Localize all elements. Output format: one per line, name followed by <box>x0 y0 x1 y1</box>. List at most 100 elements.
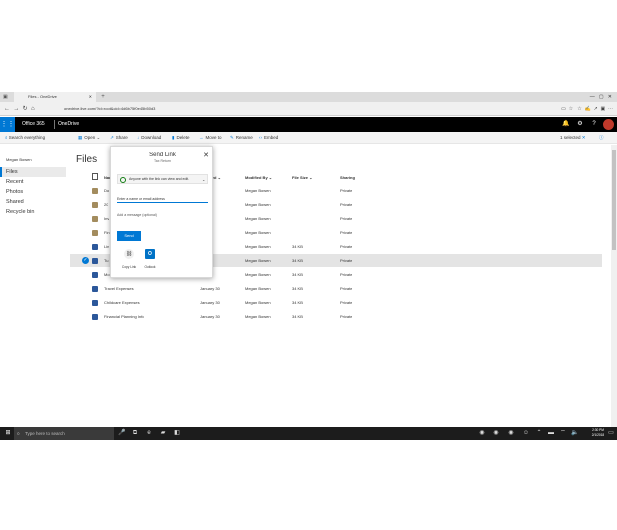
url-field[interactable]: onedrive.live.com/?id=root&cid=4d6b75f0e… <box>64 105 534 113</box>
scrollbar-thumb[interactable] <box>612 150 616 250</box>
folder-icon <box>92 201 98 208</box>
link-icon: ⛓ <box>124 249 134 259</box>
outlook-icon: O <box>145 249 155 259</box>
new-tab-button[interactable]: + <box>98 92 108 102</box>
dialog-subtitle: Tax Return <box>154 159 171 163</box>
dialog-title: Send Link <box>149 152 176 158</box>
move-to-button[interactable]: → Move to <box>199 132 222 144</box>
notification-center-icon[interactable]: ▭ <box>605 427 617 440</box>
app-launcher-icon[interactable]: ⋮⋮ <box>0 117 15 132</box>
arrow-right-icon: → <box>199 135 204 140</box>
tab-title: Files - OneDrive <box>28 94 57 99</box>
rename-button[interactable]: ✎ Rename <box>230 132 253 144</box>
taskbar-search[interactable]: ○ Type here to search <box>14 427 114 440</box>
wifi-icon[interactable]: ⌔ <box>557 427 569 440</box>
selection-count[interactable]: 1 selected ✕ <box>560 132 586 144</box>
browser-tab[interactable]: Files - OneDrive ✕ <box>14 92 96 102</box>
sidebar-item-photos[interactable]: Photos <box>0 187 66 197</box>
file-type-icon <box>92 173 98 180</box>
gear-icon[interactable]: ⚙ <box>574 117 586 132</box>
share-dialog: Send Link Tax Return ✕ Anyone with the l… <box>110 146 213 278</box>
column-header-file-size[interactable]: File Size ⌄ <box>292 175 312 180</box>
table-row[interactable]: Financial Planning Info January 30 Megan B… <box>70 310 602 323</box>
share-button[interactable]: ↗ Share <box>110 132 128 144</box>
windows-start-icon[interactable]: ⊞ <box>2 427 14 440</box>
avatar[interactable] <box>603 119 614 130</box>
document-icon <box>92 285 98 292</box>
email-field[interactable]: Enter a name or email address <box>117 195 208 203</box>
notifications-icon[interactable]: 🔔 <box>560 117 572 132</box>
table-row[interactable]: Travel Expenses January 30 Megan Bowen 34 K… <box>70 282 602 295</box>
cell-sharing: Private <box>340 300 353 305</box>
document-icon <box>92 313 98 320</box>
chevron-down-icon: ⌄ <box>202 177 206 182</box>
help-icon[interactable]: ? <box>588 117 600 132</box>
cell-name: 20 <box>104 202 109 207</box>
cell-sharing: Private <box>340 230 353 235</box>
column-header-modified-by[interactable]: Modified By ⌄ <box>245 175 272 180</box>
sidebar-item-recycle-bin[interactable]: Recycle bin <box>0 207 66 217</box>
download-icon: ↓ <box>137 135 140 140</box>
send-button[interactable]: Send <box>117 231 141 241</box>
outlook-label: Outlook <box>144 265 156 269</box>
checkmark-icon[interactable]: ✓ <box>82 257 89 264</box>
folder-icon <box>92 187 98 194</box>
document-icon <box>92 271 98 278</box>
close-icon[interactable]: ✕ <box>202 152 210 160</box>
nav-buttons[interactable]: ← → ↻ ⌂ <box>4 104 54 114</box>
download-button[interactable]: ↓ Download <box>137 132 161 144</box>
app-tray-icon[interactable]: ◉ <box>490 427 502 440</box>
task-view-icon[interactable]: ⧉ <box>129 427 141 440</box>
store-icon[interactable]: ◧ <box>171 427 183 440</box>
people-icon[interactable]: ☺ <box>520 427 532 440</box>
cell-modified: January 30 <box>200 300 220 305</box>
cell-name: Fin <box>104 230 110 235</box>
sidebar-item-files[interactable]: Files <box>0 167 66 177</box>
info-icon[interactable]: ⓘ <box>599 132 604 144</box>
close-icon[interactable]: ✕ <box>89 92 92 102</box>
copy-link-option[interactable]: ⛓ Copy Link <box>120 249 138 269</box>
file-explorer-icon[interactable]: ▰ <box>157 427 169 440</box>
edge-icon[interactable]: e <box>143 427 155 440</box>
chevron-up-icon[interactable]: ⌃ <box>533 427 545 440</box>
app-tray-icon[interactable]: ◉ <box>505 427 517 440</box>
cell-name: Do <box>104 188 110 193</box>
cell-modified-by: Megan Bowen <box>245 202 271 207</box>
cell-name: Lin <box>104 244 110 249</box>
app-name[interactable]: OneDrive <box>58 117 79 132</box>
close-icon[interactable]: ✕ <box>582 135 586 140</box>
cell-name: Childcare Expenses <box>104 300 140 305</box>
open-icon: ▦ <box>78 135 83 140</box>
cell-name: Mo <box>104 272 110 277</box>
sidebar-item-shared[interactable]: Shared <box>0 197 66 207</box>
open-button[interactable]: ▦ Open ⌄ <box>78 132 100 144</box>
battery-icon[interactable]: ▬ <box>545 427 557 440</box>
app-tray-icon[interactable]: ◉ <box>476 427 488 440</box>
pencil-icon: ✎ <box>230 135 234 140</box>
window-controls[interactable]: — ▢ ✕ <box>575 92 615 102</box>
folder-icon <box>92 229 98 236</box>
delete-button[interactable]: ▮ Delete <box>172 132 190 144</box>
sidebar-item-recent[interactable]: Recent <box>0 177 66 187</box>
browser-toolbar-icons[interactable]: ▭ ☆ ☆ ✍ ↗ ▣ ⋯ <box>536 104 616 114</box>
cell-modified-by: Megan Bowen <box>245 300 271 305</box>
permission-text: Anyone with the link can view and edit. <box>129 177 190 181</box>
embed-button[interactable]: ‹› Embed <box>259 132 278 144</box>
search-input[interactable]: ⌕ Search everything <box>0 132 68 144</box>
link-permission-selector[interactable]: Anyone with the link can view and edit. … <box>117 174 208 184</box>
table-row[interactable]: Childcare Expenses January 30 Megan Bowen 3… <box>70 296 602 309</box>
cell-modified-by: Megan Bowen <box>245 314 271 319</box>
header-divider <box>54 120 55 129</box>
cell-file-size: 34 KB <box>292 300 303 305</box>
cell-modified: January 30 <box>200 314 220 319</box>
volume-icon[interactable]: 🔈 <box>569 427 581 440</box>
message-field[interactable]: Add a message (optional) <box>117 211 208 219</box>
document-icon <box>92 299 98 306</box>
tab-actions-icon[interactable]: ▣ <box>3 93 11 101</box>
office-365-label[interactable]: Office 365 <box>22 117 45 132</box>
column-header-sharing[interactable]: Sharing <box>340 175 355 180</box>
outlook-option[interactable]: O Outlook <box>141 249 159 269</box>
cell-modified-by: Megan Bowen <box>245 188 271 193</box>
cell-modified-by: Megan Bowen <box>245 286 271 291</box>
microphone-icon[interactable]: 🎤 <box>116 427 128 440</box>
